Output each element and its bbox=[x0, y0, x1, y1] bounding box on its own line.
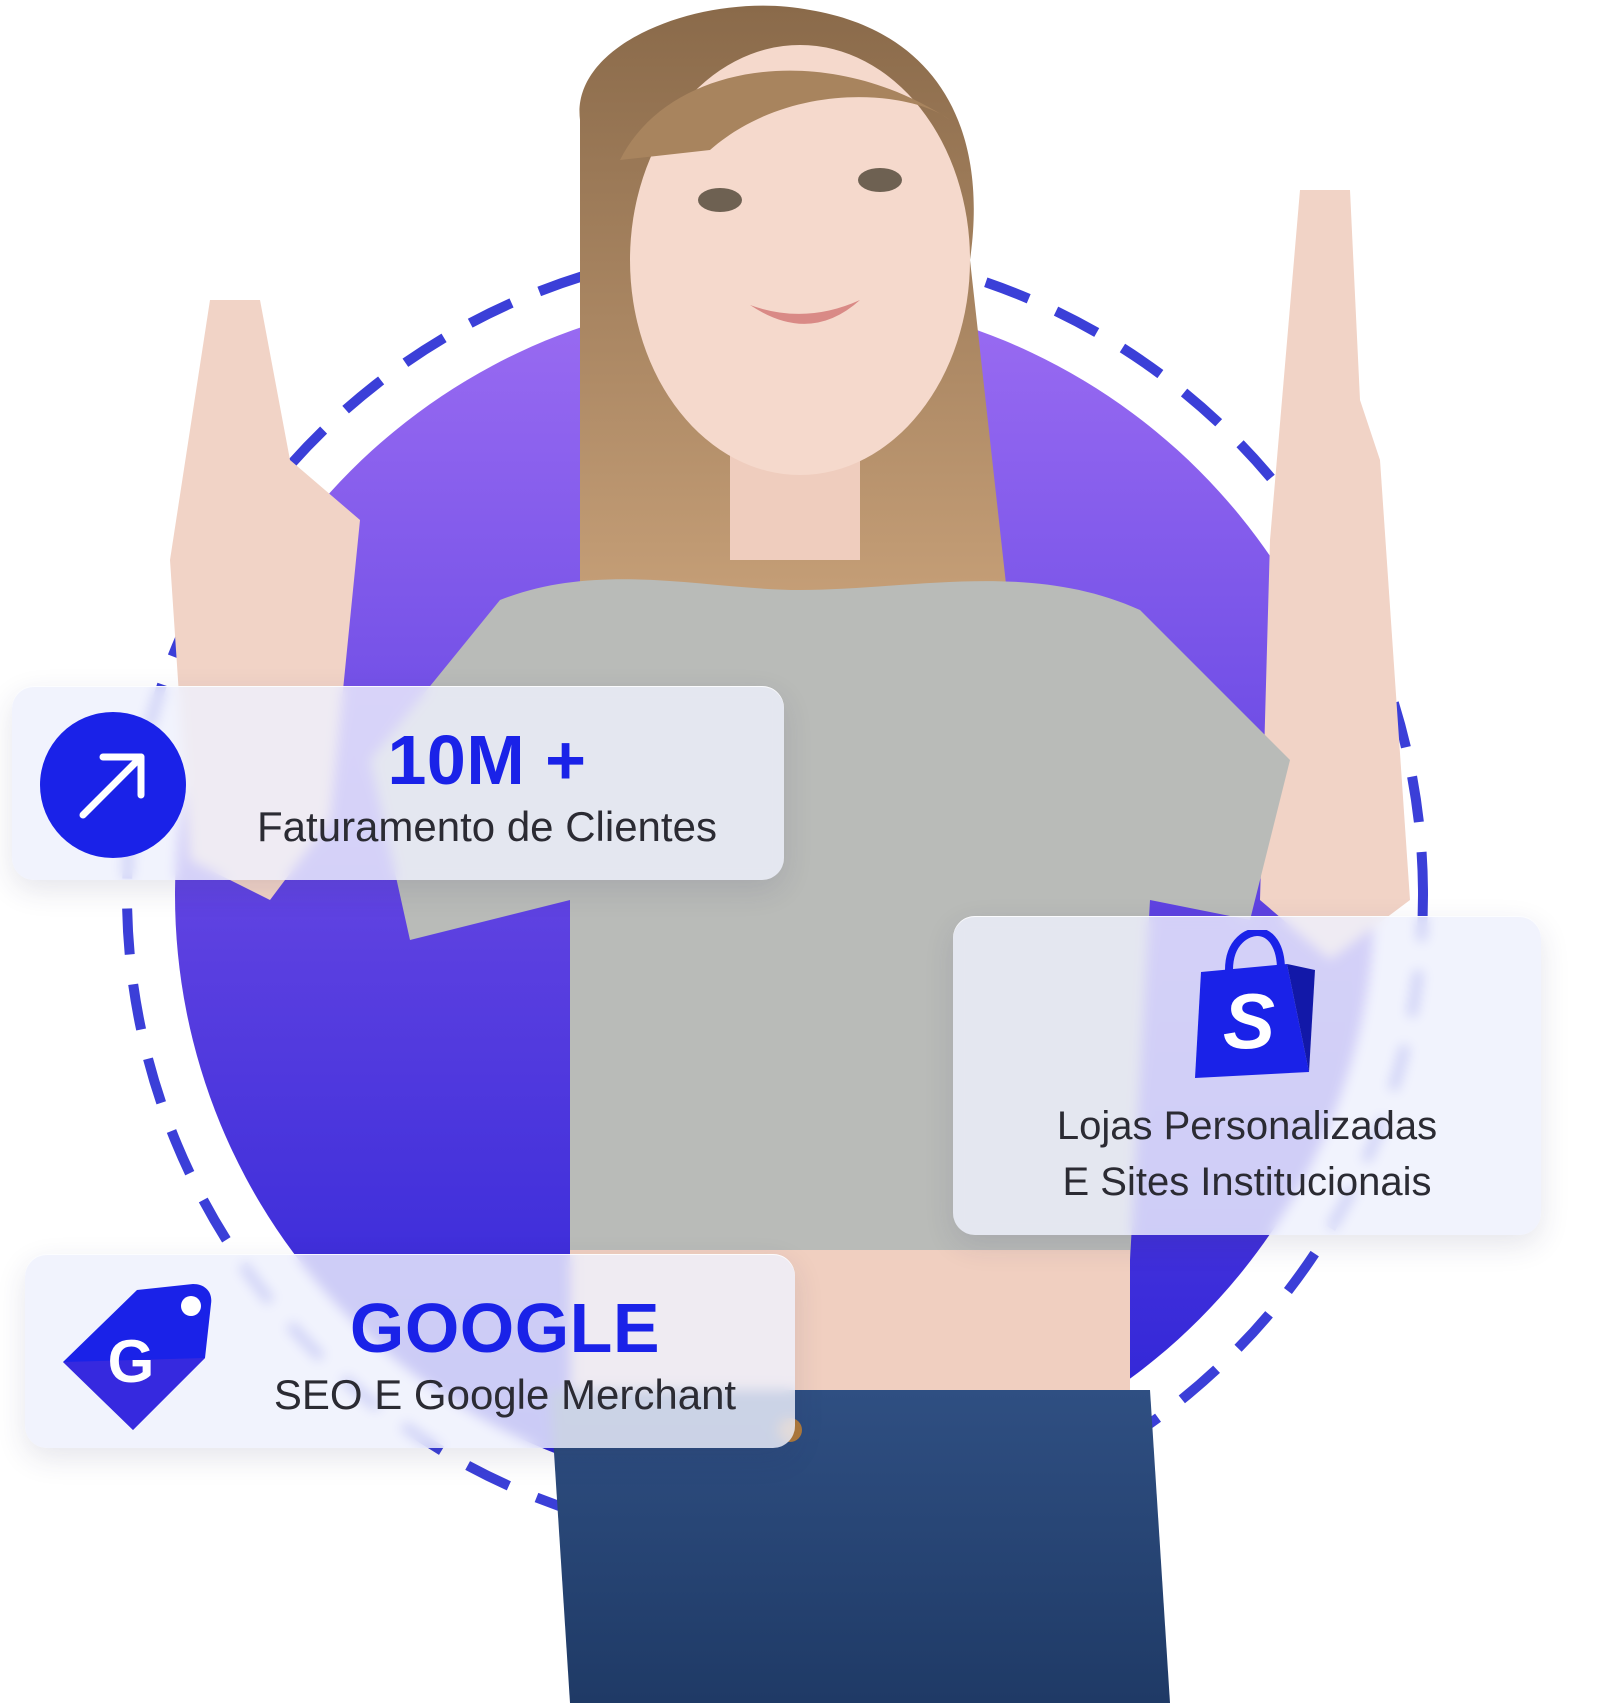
revenue-text: 10M + Faturamento de Clientes bbox=[212, 724, 762, 852]
google-card: G GOOGLE SEO E Google Merchant bbox=[25, 1254, 795, 1448]
revenue-icon-badge bbox=[40, 712, 186, 858]
arrow-up-right-icon bbox=[79, 753, 145, 819]
revenue-card: 10M + Faturamento de Clientes bbox=[12, 686, 784, 880]
google-headline: GOOGLE bbox=[349, 1289, 661, 1367]
shopify-logo-letter: S bbox=[1223, 977, 1275, 1065]
stores-subtitle-line1: Lojas Personalizadas bbox=[1056, 1104, 1438, 1148]
stores-card: S Lojas Personalizadas E Sites Instituci… bbox=[953, 916, 1541, 1235]
google-text: GOOGLE SEO E Google Merchant bbox=[225, 1292, 785, 1420]
google-subtitle: SEO E Google Merchant bbox=[273, 1371, 737, 1418]
google-logo-letter: G bbox=[108, 1328, 155, 1395]
google-tag-icon: G bbox=[63, 1284, 212, 1430]
shopify-bag-icon: S bbox=[1195, 930, 1315, 1078]
revenue-headline: 10M + bbox=[387, 721, 587, 799]
stores-subtitle-line2: E Sites Institucionais bbox=[1062, 1160, 1432, 1204]
stores-text: Lojas Personalizadas E Sites Institucion… bbox=[973, 1098, 1521, 1210]
revenue-subtitle: Faturamento de Clientes bbox=[257, 803, 717, 850]
